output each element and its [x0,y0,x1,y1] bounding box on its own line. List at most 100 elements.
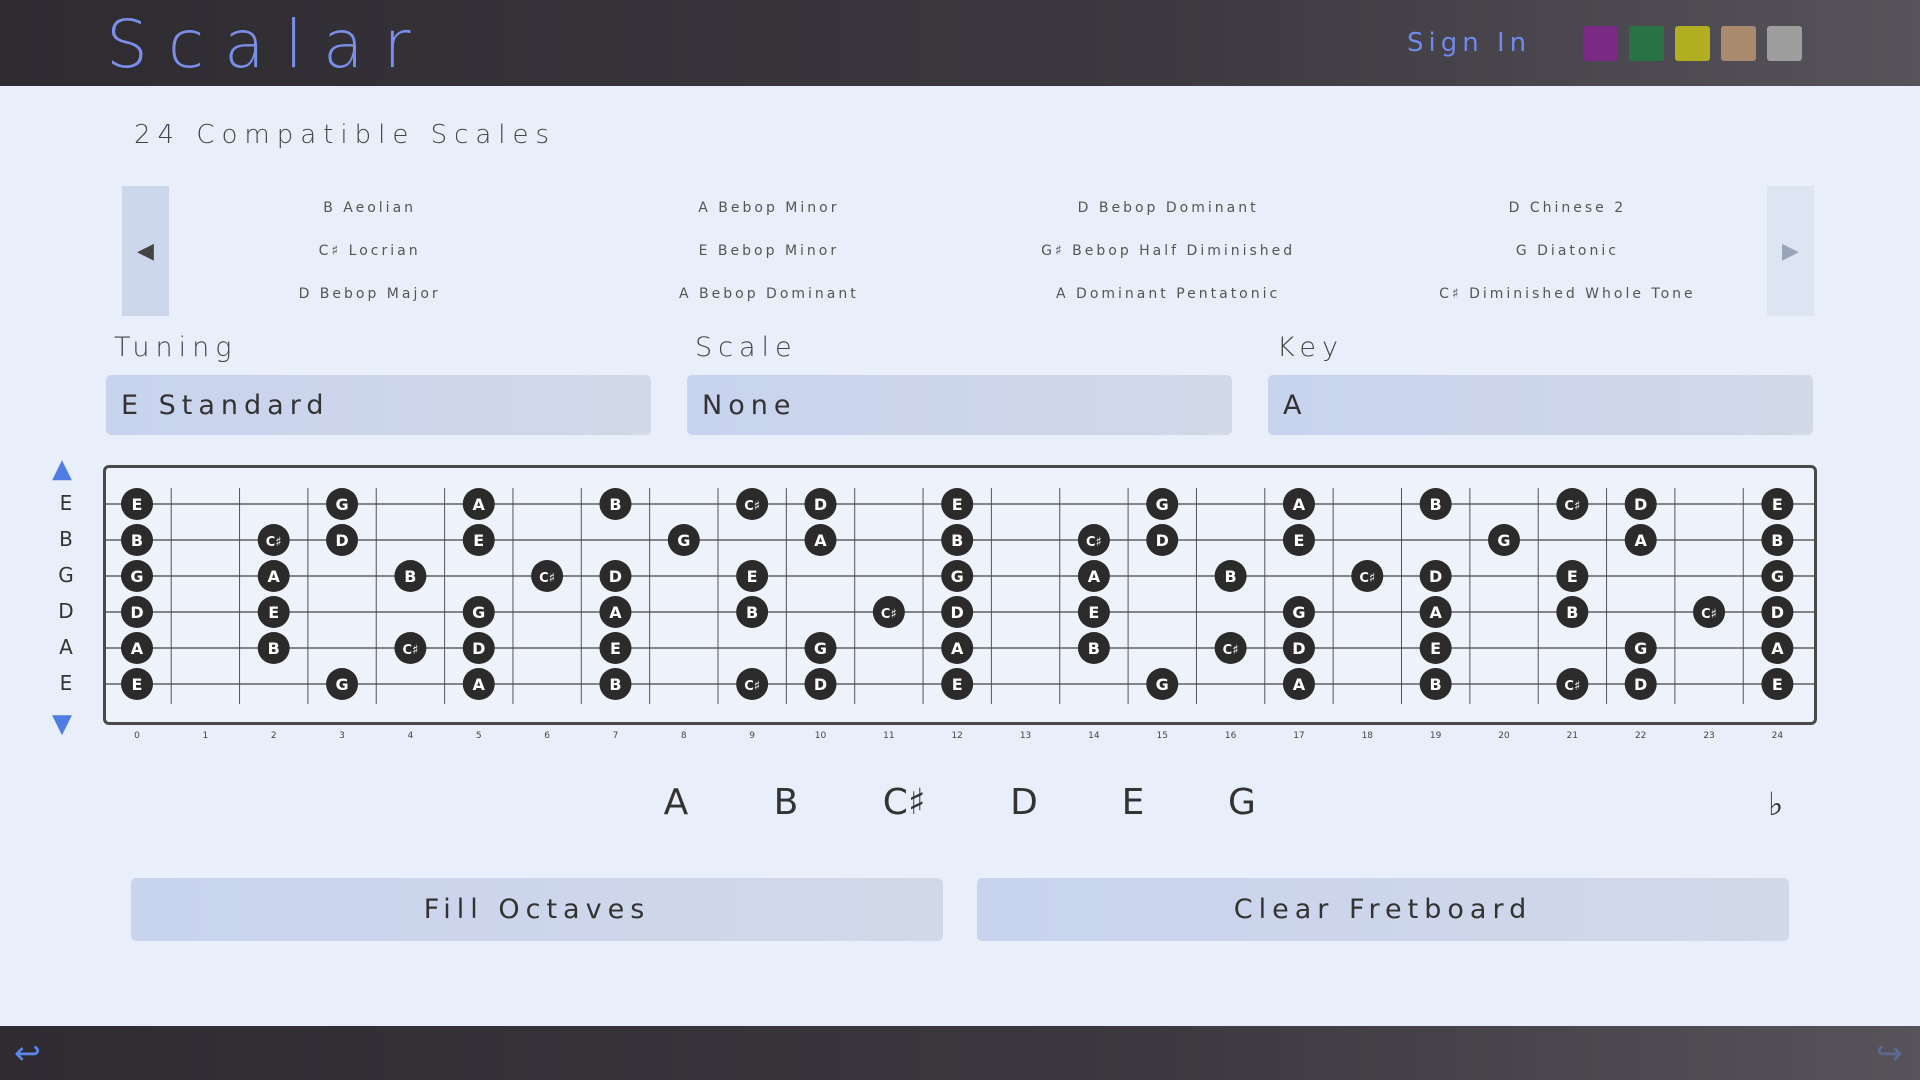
fret-note-dot[interactable]: B [1419,668,1452,700]
compatible-scale-item[interactable]: B Aeolian [170,186,569,229]
fret-note-dot[interactable]: G [462,596,495,628]
compatible-scale-item[interactable]: G♯ Bebop Half Diminished [969,229,1368,272]
app-logo[interactable]: Scalar [106,6,431,83]
fret-note-dot[interactable]: B [1077,632,1110,664]
sign-in-link[interactable]: Sign In [1407,28,1531,58]
fret-note-dot[interactable]: D [1624,668,1657,700]
compatible-scale-item[interactable]: D Bebop Major [170,273,569,316]
scale-note-toggle[interactable]: A [646,782,706,823]
fret-note-dot[interactable]: E [1556,560,1589,592]
fret-note-dot[interactable]: D [804,488,837,520]
fret-note-dot[interactable]: D [1146,524,1179,556]
tuning-select[interactable]: E Standard [106,375,651,435]
fret-note-dot[interactable]: B [1556,596,1589,628]
undo-icon[interactable]: ↩ [14,1034,41,1072]
fret-note-dot[interactable]: A [462,668,495,700]
fret-note-dot[interactable]: A [462,488,495,520]
fret-note-dot[interactable]: A [1624,524,1657,556]
fret-note-dot[interactable]: A [257,560,290,592]
fret-note-dot[interactable]: B [599,668,632,700]
fret-note-dot[interactable]: A [1077,560,1110,592]
fret-note-dot[interactable]: E [736,560,769,592]
fret-note-dot[interactable]: A [1282,668,1315,700]
fret-note-dot[interactable]: E [1761,668,1794,700]
fret-note-dot[interactable]: G [121,560,153,592]
fret-note-dot[interactable]: G [941,560,974,592]
theme-swatch-purple[interactable] [1583,26,1618,61]
string-label[interactable]: D [56,599,76,623]
string-label[interactable]: A [56,635,76,659]
fret-note-dot[interactable]: E [462,524,495,556]
theme-swatch-gray[interactable] [1767,26,1802,61]
fret-note-dot[interactable]: A [121,632,153,664]
fret-note-dot[interactable]: B [394,560,427,592]
compatible-scale-item[interactable]: D Bebop Dominant [969,186,1368,229]
fret-note-dot[interactable]: A [1419,596,1452,628]
string-label[interactable]: G [56,563,76,587]
string-up-arrow-icon[interactable]: ▲ [52,456,72,482]
fill-octaves-button[interactable]: Fill Octaves [131,878,943,941]
fret-note-dot[interactable]: D [121,596,153,628]
fret-note-dot[interactable]: C♯ [736,488,769,520]
fret-note-dot[interactable]: C♯ [1556,668,1589,700]
fret-note-dot[interactable]: G [1146,488,1179,520]
carousel-prev-button[interactable]: ◀ [122,186,169,316]
clear-fretboard-button[interactable]: Clear Fretboard [977,878,1789,941]
fret-note-dot[interactable]: C♯ [1556,488,1589,520]
fret-note-dot[interactable]: G [1761,560,1794,592]
fret-note-dot[interactable]: C♯ [872,596,905,628]
fret-note-dot[interactable]: C♯ [531,560,564,592]
string-label[interactable]: B [56,527,76,551]
fret-note-dot[interactable]: B [1419,488,1452,520]
fret-note-dot[interactable]: A [1282,488,1315,520]
fret-note-dot[interactable]: G [1282,596,1315,628]
fret-note-dot[interactable]: E [941,488,974,520]
compatible-scale-item[interactable]: C♯ Diminished Whole Tone [1368,273,1767,316]
compatible-scale-item[interactable]: A Bebop Minor [569,186,968,229]
compatible-scale-item[interactable]: G Diatonic [1368,229,1767,272]
fret-note-dot[interactable]: B [941,524,974,556]
fret-note-dot[interactable]: G [326,488,359,520]
fret-note-dot[interactable]: D [1761,596,1794,628]
fret-note-dot[interactable]: A [941,632,974,664]
fret-note-dot[interactable]: E [1282,524,1315,556]
fret-note-dot[interactable]: E [121,668,153,700]
fret-note-dot[interactable]: G [667,524,700,556]
key-select[interactable]: A [1268,375,1813,435]
fret-note-dot[interactable]: A [599,596,632,628]
fret-note-dot[interactable]: B [736,596,769,628]
carousel-next-button[interactable]: ▶ [1767,186,1814,316]
fret-note-dot[interactable]: C♯ [1214,632,1247,664]
fret-note-dot[interactable]: D [599,560,632,592]
fret-note-dot[interactable]: B [257,632,290,664]
flat-toggle-button[interactable]: ♭ [1768,785,1783,823]
theme-swatch-yellow[interactable] [1675,26,1710,61]
fret-note-dot[interactable]: B [1214,560,1247,592]
fret-note-dot[interactable]: E [1077,596,1110,628]
compatible-scale-item[interactable]: C♯ Locrian [170,229,569,272]
fret-note-dot[interactable]: D [1419,560,1452,592]
scale-note-toggle[interactable]: B [756,782,816,823]
fret-note-dot[interactable]: E [1419,632,1452,664]
fret-note-dot[interactable]: A [804,524,837,556]
fret-note-dot[interactable]: C♯ [257,524,290,556]
theme-swatch-tan[interactable] [1721,26,1756,61]
string-label[interactable]: E [56,671,76,695]
fret-note-dot[interactable]: E [121,488,153,520]
fret-note-dot[interactable]: C♯ [1693,596,1726,628]
scale-note-toggle[interactable]: D [994,782,1054,823]
fret-note-dot[interactable]: G [1488,524,1520,556]
fret-note-dot[interactable]: B [1761,524,1794,556]
fret-note-dot[interactable]: C♯ [394,632,427,664]
fret-note-dot[interactable]: E [1761,488,1794,520]
fret-note-dot[interactable]: D [326,524,359,556]
scale-note-toggle[interactable]: C♯ [874,782,934,823]
fret-note-dot[interactable]: C♯ [1351,560,1384,592]
compatible-scale-item[interactable]: E Bebop Minor [569,229,968,272]
fret-note-dot[interactable]: D [941,596,974,628]
fret-note-dot[interactable]: C♯ [736,668,769,700]
scale-select[interactable]: None [687,375,1232,435]
string-label[interactable]: E [56,491,76,515]
fret-note-dot[interactable]: G [1624,632,1657,664]
fret-note-dot[interactable]: B [599,488,632,520]
